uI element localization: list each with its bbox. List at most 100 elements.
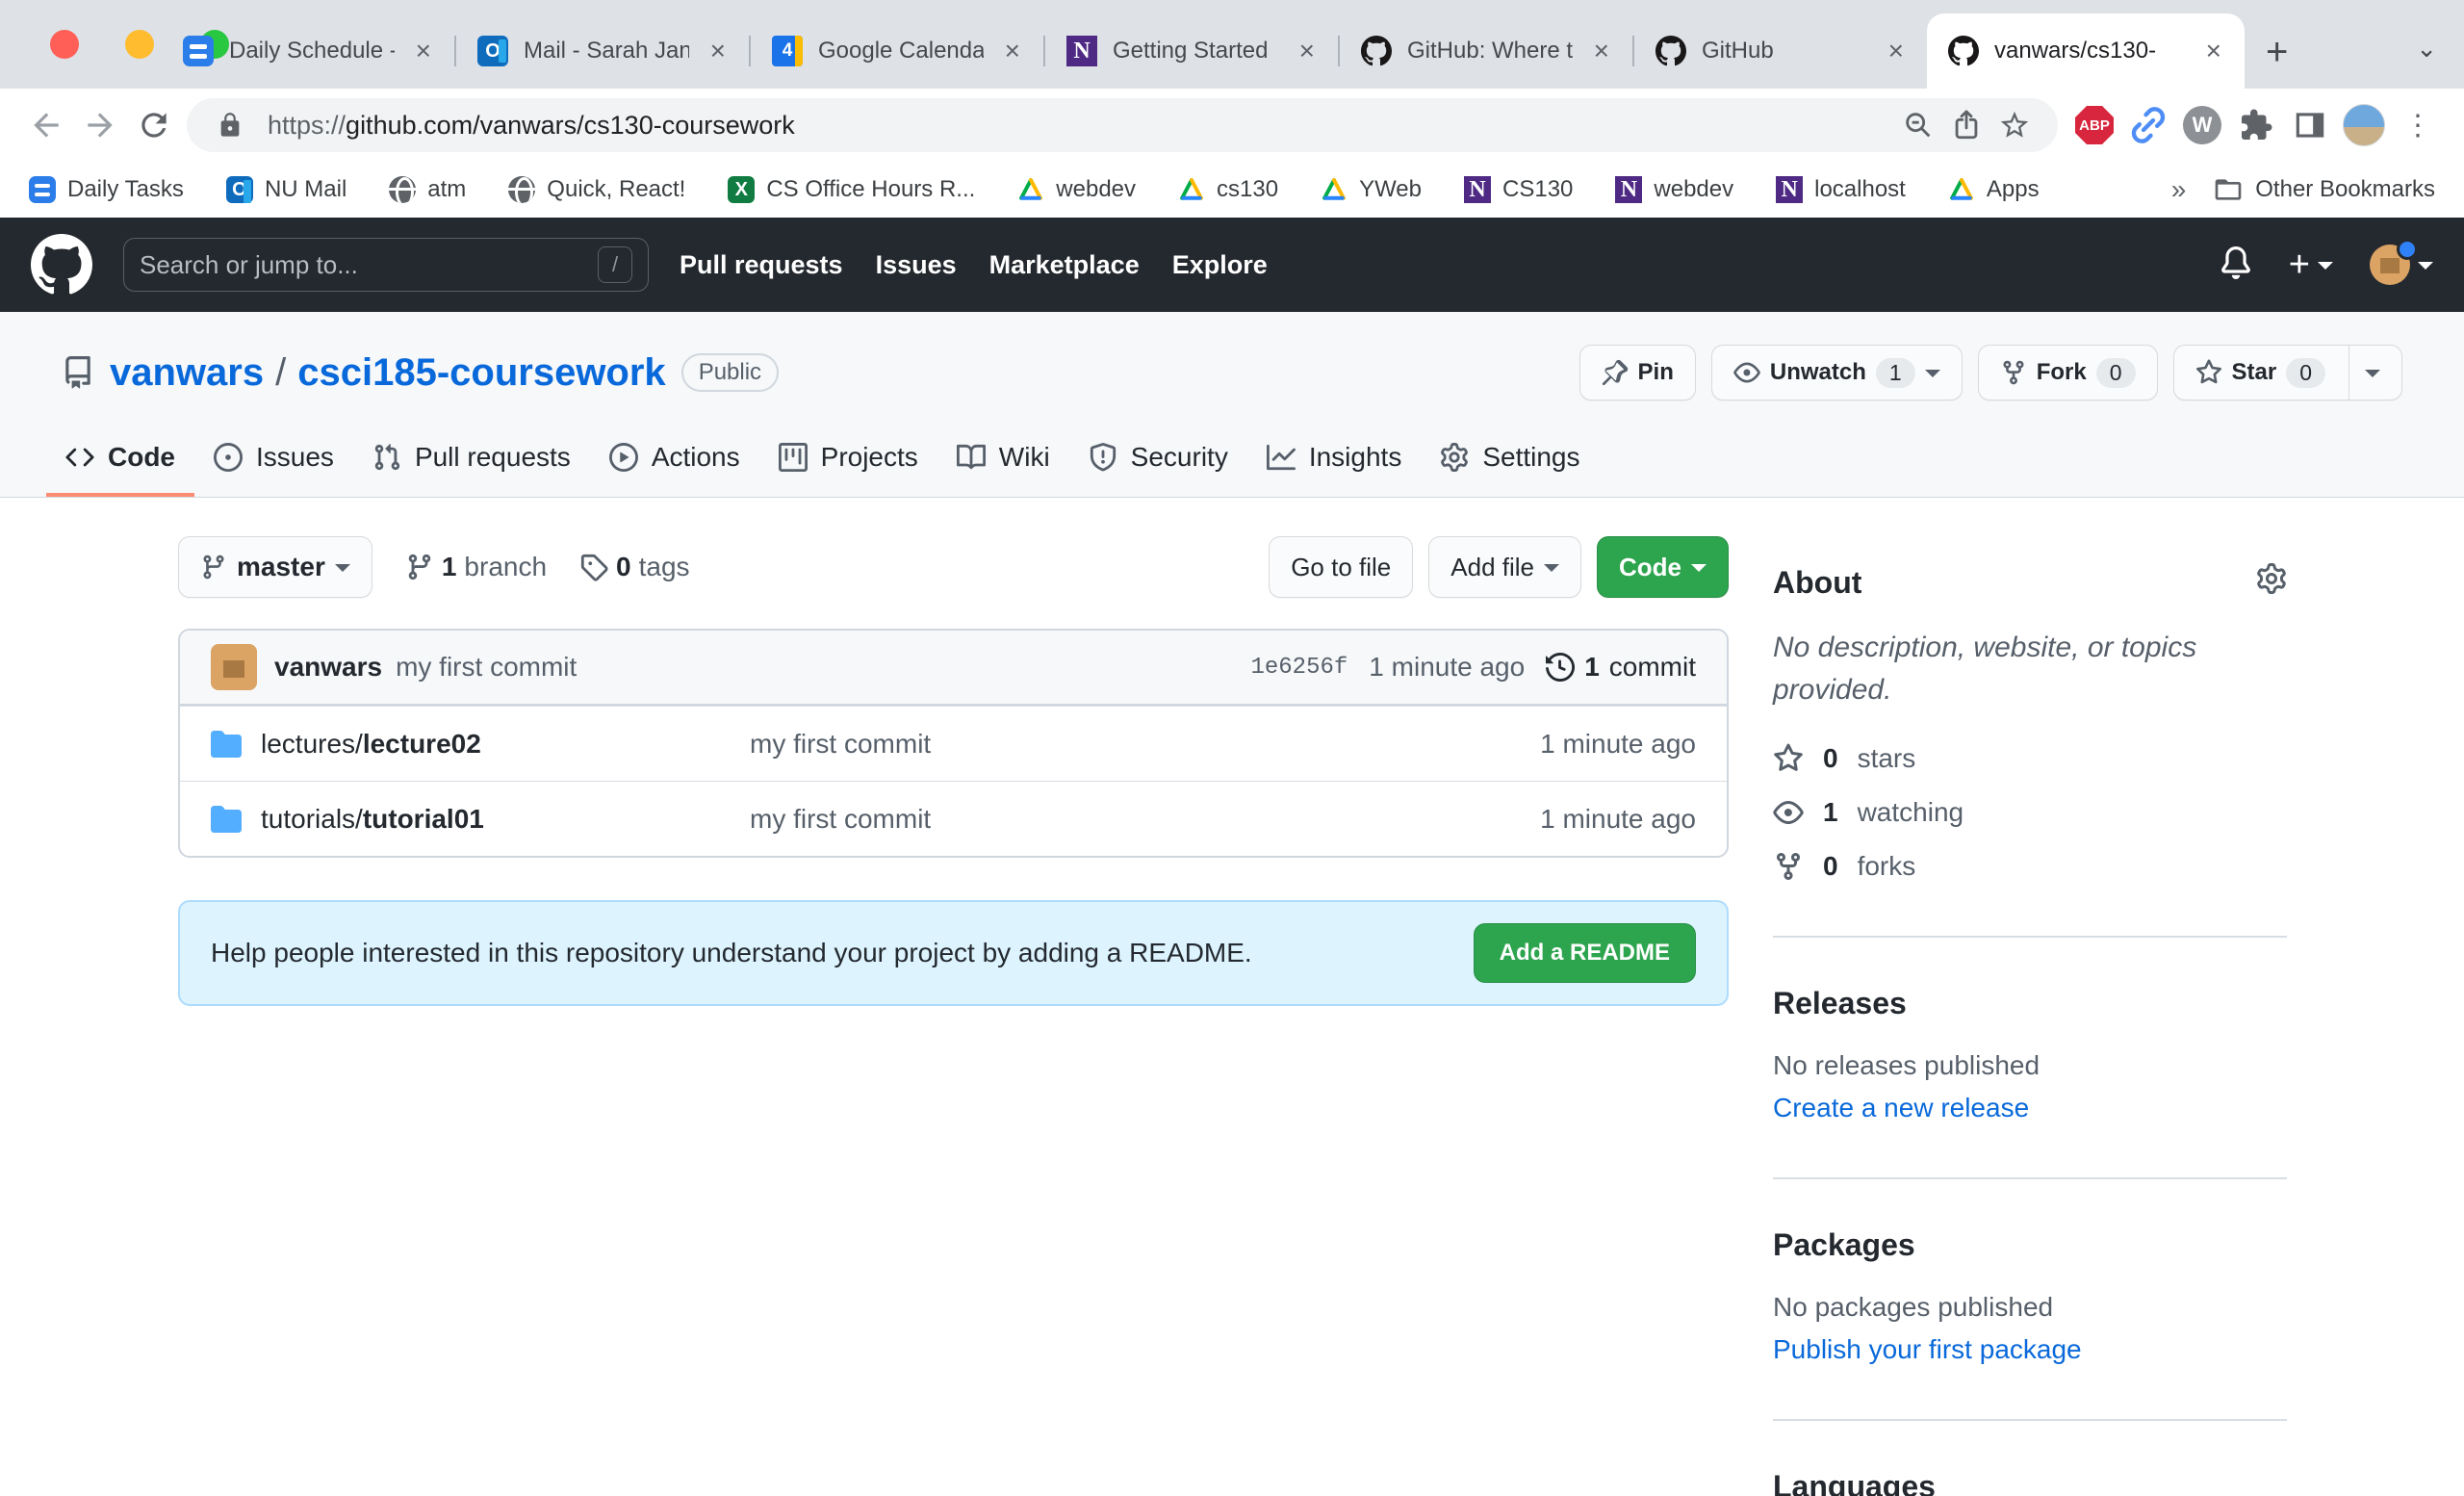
code-button[interactable]: Code [1597, 536, 1729, 598]
nav-issues[interactable]: Issues [876, 250, 957, 280]
bookmark-cs-office-hours[interactable]: XCS Office Hours R... [728, 176, 975, 203]
side-panel-icon[interactable] [2283, 98, 2337, 152]
repo-owner-link[interactable]: vanwars [110, 351, 264, 395]
forks-stat-link[interactable]: 0forks [1773, 851, 2287, 882]
file-row-lectures[interactable]: lectures/lecture02 my first commit 1 min… [180, 706, 1727, 781]
forward-button[interactable] [73, 98, 127, 152]
bookmark-atm[interactable]: atm [389, 176, 466, 203]
window-close-button[interactable] [50, 30, 79, 59]
tags-link[interactable]: 0tags [579, 552, 690, 582]
bookmark-daily-tasks[interactable]: Daily Tasks [29, 176, 184, 203]
window-minimize-button[interactable] [125, 30, 154, 59]
bookmark-star-icon[interactable] [1990, 101, 2039, 149]
tab-github[interactable]: GitHub × [1634, 13, 1927, 89]
add-file-button[interactable]: Add file [1428, 536, 1581, 598]
zoom-out-icon[interactable] [1894, 101, 1942, 149]
tab-wiki[interactable]: Wiki [937, 422, 1069, 497]
commit-sha-link[interactable]: 1e6256f [1250, 655, 1348, 681]
bookmark-webdev-nw[interactable]: Nwebdev [1615, 176, 1733, 203]
user-menu[interactable] [2370, 245, 2433, 285]
unwatch-button[interactable]: Unwatch1 [1711, 345, 1963, 400]
commits-history-link[interactable]: 1commit [1546, 652, 1696, 683]
profile-avatar[interactable] [2337, 98, 2391, 152]
tab-vanwars-repo-active[interactable]: vanwars/cs130- × [1927, 13, 2245, 89]
bookmark-webdev-drive[interactable]: webdev [1017, 176, 1136, 203]
go-to-file-button[interactable]: Go to file [1269, 536, 1413, 598]
tab-daily-schedule[interactable]: Daily Schedule - × [162, 13, 454, 89]
repo-name-link[interactable]: csci185-coursework [297, 351, 665, 395]
file-path-link[interactable]: tutorials/tutorial01 [261, 804, 484, 835]
adblock-extension-icon[interactable]: ABP [2067, 98, 2121, 152]
nav-pull-requests[interactable]: Pull requests [680, 250, 843, 280]
bookmark-localhost[interactable]: Nlocalhost [1776, 176, 1906, 203]
tab-pull-requests[interactable]: Pull requests [353, 422, 590, 497]
tab-settings[interactable]: Settings [1421, 422, 1599, 497]
bookmark-cs130-nw[interactable]: NCS130 [1464, 176, 1573, 203]
branches-link[interactable]: 1branch [405, 552, 547, 582]
tab-insights[interactable]: Insights [1247, 422, 1422, 497]
fork-button[interactable]: Fork0 [1978, 345, 2158, 400]
lock-icon[interactable] [206, 101, 254, 149]
file-commit-message-link[interactable]: my first commit [750, 804, 1465, 835]
w-extension-icon[interactable]: W [2175, 98, 2229, 152]
create-new-button[interactable]: + [2289, 246, 2333, 283]
commit-author-link[interactable]: vanwars [274, 652, 382, 683]
bookmark-label: CS130 [1502, 176, 1573, 203]
branch-selector-button[interactable]: master [178, 536, 372, 598]
commit-author-avatar[interactable] [211, 644, 257, 690]
search-input[interactable] [140, 250, 598, 280]
bookmark-quick-react[interactable]: Quick, React! [508, 176, 685, 203]
star-dropdown[interactable] [2348, 346, 2380, 400]
reload-button[interactable] [127, 98, 181, 152]
file-path-link[interactable]: lectures/lecture02 [261, 729, 481, 760]
bookmark-cs130-drive[interactable]: cs130 [1178, 176, 1278, 203]
other-bookmarks[interactable]: Other Bookmarks [2213, 174, 2435, 205]
pin-button[interactable]: Pin [1579, 345, 1696, 400]
tab-security[interactable]: Security [1069, 422, 1247, 497]
back-button[interactable] [19, 98, 73, 152]
bookmark-nu-mail[interactable]: ONU Mail [226, 176, 346, 203]
new-tab-button[interactable]: + [2266, 33, 2288, 71]
tab-issues[interactable]: Issues [194, 422, 353, 497]
close-icon[interactable]: × [999, 36, 1026, 66]
star-button[interactable]: Star0 [2173, 345, 2402, 400]
publish-package-link[interactable]: Publish your first package [1773, 1334, 2287, 1365]
tab-code[interactable]: Code [46, 422, 194, 497]
edit-about-gear-icon[interactable] [2256, 563, 2287, 602]
add-readme-button[interactable]: Add a README [1474, 923, 1696, 983]
tab-projects[interactable]: Projects [759, 422, 937, 497]
github-logo-icon[interactable] [31, 234, 92, 296]
create-release-link[interactable]: Create a new release [1773, 1093, 2287, 1123]
bookmark-apps[interactable]: Apps [1948, 176, 2040, 203]
close-icon[interactable]: × [1294, 36, 1321, 66]
share-icon[interactable] [1942, 101, 1990, 149]
close-icon[interactable]: × [1588, 36, 1615, 66]
bookmark-yweb[interactable]: YWeb [1321, 176, 1422, 203]
user-avatar[interactable] [2370, 245, 2410, 285]
browser-menu-icon[interactable]: ⋮ [2391, 98, 2445, 152]
bookmarks-overflow-icon[interactable]: » [2171, 174, 2187, 205]
tab-google-calendar[interactable]: 4 Google Calenda × [751, 13, 1043, 89]
commit-message-link[interactable]: my first commit [396, 652, 577, 683]
extensions-puzzle-icon[interactable] [2229, 98, 2283, 152]
close-icon[interactable]: × [2200, 36, 2227, 66]
tab-search-chevron-icon[interactable]: ⌄ [2416, 34, 2437, 64]
tab-mail[interactable]: O Mail - Sarah Jan × [456, 13, 749, 89]
tab-actions[interactable]: Actions [590, 422, 759, 497]
url-text[interactable]: https://github.com/vanwars/cs130-coursew… [268, 111, 1894, 141]
file-row-tutorials[interactable]: tutorials/tutorial01 my first commit 1 m… [180, 781, 1727, 856]
link-extension-icon[interactable] [2121, 98, 2175, 152]
watching-stat-link[interactable]: 1watching [1773, 797, 2287, 828]
close-icon[interactable]: × [705, 36, 732, 66]
github-search-box[interactable]: / [123, 238, 649, 292]
file-commit-message-link[interactable]: my first commit [750, 729, 1465, 760]
nav-marketplace[interactable]: Marketplace [989, 250, 1140, 280]
close-icon[interactable]: × [1883, 36, 1910, 66]
close-icon[interactable]: × [410, 36, 437, 66]
stars-stat-link[interactable]: 0stars [1773, 743, 2287, 774]
address-bar[interactable]: https://github.com/vanwars/cs130-coursew… [187, 98, 2058, 152]
notifications-bell-icon[interactable] [2220, 246, 2252, 284]
nav-explore[interactable]: Explore [1172, 250, 1268, 280]
tab-github-home[interactable]: GitHub: Where t × [1340, 13, 1632, 89]
tab-getting-started[interactable]: N Getting Started × [1045, 13, 1338, 89]
